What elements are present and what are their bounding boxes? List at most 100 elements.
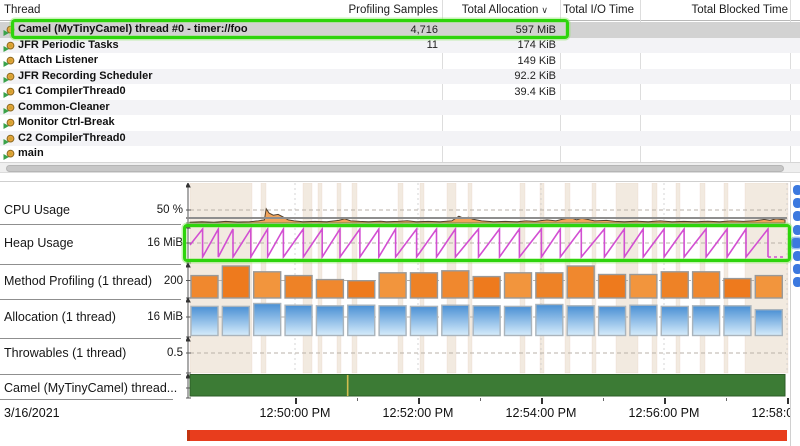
method-profiling-bar [724, 279, 751, 298]
blue-pill-button[interactable] [793, 225, 800, 235]
time-axis-line [186, 217, 787, 219]
blue-pill-button[interactable] [793, 185, 800, 195]
method-profiling-bar [755, 276, 782, 298]
allocation-bar [661, 306, 688, 335]
table-row[interactable]: Monitor Ctrl-Break [0, 115, 800, 131]
allocation-bar [724, 306, 751, 336]
thread-name: Monitor Ctrl-Break [18, 116, 115, 128]
method-profiling-bar [693, 272, 720, 298]
method-profiling-bar [348, 281, 375, 298]
thread-icon [3, 148, 15, 160]
thread-name: C1 CompilerThread0 [18, 85, 126, 97]
method-profiling-bar [442, 271, 469, 298]
column-header-total-io-time[interactable]: Total I/O Time [520, 4, 634, 16]
thread-name: JFR Recording Scheduler [18, 70, 152, 82]
track-label-1[interactable]: Heap Usage [4, 236, 74, 250]
horizontal-scrollbar[interactable] [0, 162, 800, 173]
method-profiling-bar [316, 280, 343, 298]
blue-pill-button[interactable] [791, 238, 800, 248]
blue-pill-button[interactable] [793, 211, 800, 221]
timeline-charts[interactable] [186, 183, 790, 400]
track-divider [0, 299, 181, 300]
thread-icon [3, 71, 15, 83]
thread-name: main [18, 147, 44, 159]
cpu-usage-area [190, 209, 785, 223]
allocation-bar [348, 305, 375, 335]
table-row[interactable]: Attach Listener149 KiB [0, 53, 800, 69]
time-label: 12:50:00 PM [260, 406, 331, 420]
track-label-4[interactable]: Throwables (1 thread) [4, 346, 126, 360]
time-tick-minor [480, 398, 482, 401]
time-label: 12:58:00 PM [752, 406, 790, 420]
thread-name: Attach Listener [18, 54, 98, 66]
method-profiling-bar [222, 266, 249, 298]
allocation-bar [316, 306, 343, 336]
thread-running-span [190, 375, 785, 397]
blue-pill-button[interactable] [793, 251, 800, 261]
track-divider [0, 224, 181, 225]
allocation-bar [222, 306, 249, 335]
track-divider [0, 264, 181, 265]
thread-icon [3, 86, 15, 98]
track-label-3[interactable]: Allocation (1 thread) [4, 310, 116, 324]
track-label-2[interactable]: Method Profiling (1 thread) [4, 274, 152, 288]
table-row[interactable]: JFR Periodic Tasks11174 KiB [0, 38, 800, 54]
table-row[interactable]: main [0, 146, 800, 162]
thread-icon [3, 55, 15, 67]
time-tick [418, 398, 420, 404]
annotation-highlight-selected-thread [11, 19, 569, 39]
allocation-bar [473, 306, 500, 336]
method-profiling-bar [536, 273, 563, 298]
charts-canvas[interactable] [186, 183, 790, 400]
method-profiling-bar [410, 273, 437, 298]
allocation-bar [191, 306, 218, 335]
allocation-bar [536, 305, 563, 336]
time-label: 12:54:00 PM [506, 406, 577, 420]
table-row[interactable]: C1 CompilerThread039.4 KiB [0, 84, 800, 100]
allocation-bar [599, 306, 626, 335]
horizontal-scrollbar-thumb[interactable] [6, 165, 784, 172]
thread-icon [3, 40, 15, 52]
right-edge-panel [790, 182, 800, 446]
thread-name: Common-Cleaner [18, 101, 110, 113]
timeline-range-scrollbar[interactable] [187, 430, 787, 441]
time-axis: 12:50:00 PM12:52:00 PM12:54:00 PM12:56:0… [0, 398, 790, 428]
method-profiling-bar [379, 273, 406, 298]
track-axis-tick-label: 50 % [157, 204, 183, 216]
allocation-bar [254, 304, 281, 336]
allocation-bar [630, 305, 657, 335]
track-axis-tick-label: 16 MiB [147, 311, 183, 323]
thread-name: C2 CompilerThread0 [18, 132, 126, 144]
column-header-profiling-samples[interactable]: Profiling Samples [330, 4, 438, 16]
time-tick [295, 398, 297, 404]
time-tick [664, 398, 666, 404]
track-axis-tick-label: 16 MiB [147, 237, 183, 249]
method-profiling-bar [567, 266, 594, 298]
recording-chunk-band [337, 183, 341, 373]
table-body: Camel (MyTinyCamel) thread #0 - timer://… [0, 22, 800, 162]
method-profiling-bar [599, 275, 626, 299]
blue-pill-button[interactable] [793, 198, 800, 208]
column-header-total-blocked-time[interactable]: Total Blocked Time [640, 4, 788, 16]
method-profiling-bar [191, 276, 218, 298]
column-header-thread[interactable]: Thread [4, 4, 40, 16]
cell-profiling-samples: 11 [330, 39, 438, 51]
method-profiling-bar [285, 276, 312, 298]
table-row[interactable]: C2 CompilerThread0 [0, 131, 800, 147]
cell-total-allocation: 92.2 KiB [430, 70, 556, 82]
track-axis-tick-label: 200 [164, 275, 183, 287]
track-label-5[interactable]: Camel (MyTinyCamel) thread... [4, 381, 177, 395]
method-profiling-bar [505, 273, 532, 298]
recording-chunk-band [318, 183, 322, 373]
allocation-bar [505, 306, 532, 335]
cell-total-allocation: 174 KiB [430, 39, 556, 51]
allocation-bar [442, 305, 469, 335]
track-label-0[interactable]: CPU Usage [4, 203, 70, 217]
time-tick [787, 398, 789, 404]
annotation-highlight-heap-track [183, 224, 791, 262]
profiler-window: Thread Profiling Samples Total Allocatio… [0, 0, 800, 446]
blue-pill-button[interactable] [793, 277, 800, 287]
table-row[interactable]: JFR Recording Scheduler 92.2 KiB [0, 69, 800, 85]
blue-pill-button[interactable] [793, 264, 800, 274]
table-row[interactable]: Common-Cleaner [0, 100, 800, 116]
